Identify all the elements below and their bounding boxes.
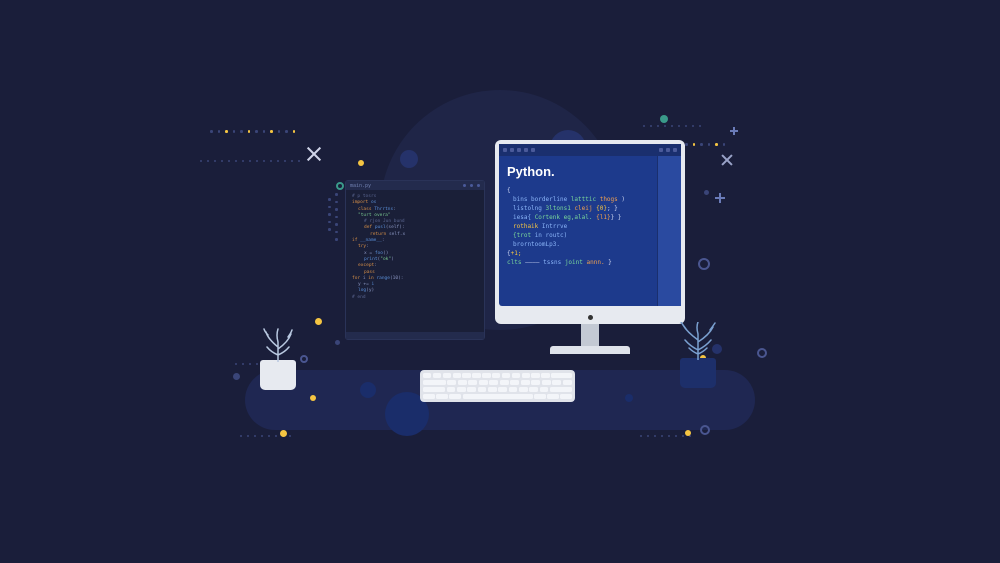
- ring-icon: [336, 182, 344, 190]
- monitor-button: [588, 315, 593, 320]
- monitor: Python. {bins borderline latttic thogs )…: [495, 140, 685, 354]
- code-window-status: [346, 332, 484, 339]
- monitor-sidebar: [657, 156, 681, 306]
- bg-dot: [233, 373, 240, 380]
- desk-dot: [625, 394, 633, 402]
- x-icon: [305, 145, 323, 163]
- dots-strip: [210, 130, 295, 133]
- dots-strip: [200, 160, 300, 162]
- bg-dot: [358, 160, 364, 166]
- ring-icon: [698, 258, 710, 270]
- dots-strip: [640, 435, 691, 437]
- bg-dot: [315, 318, 322, 325]
- pot: [260, 360, 296, 390]
- code-window-body: # p tosrsimport osclass Thrrtns:"turt ov…: [346, 190, 484, 330]
- bg-dot: [685, 430, 691, 436]
- monitor-screen: Python. {bins borderline latttic thogs )…: [499, 144, 681, 306]
- bg-dot: [660, 115, 668, 123]
- code-window: main.py # p tosrsimport osclass Thrrtns:…: [345, 180, 485, 340]
- plant-leaves-icon: [258, 327, 298, 362]
- plant-left: [260, 360, 296, 390]
- bg-dot: [335, 340, 340, 345]
- monitor-titlebar: [499, 144, 681, 156]
- plant-right: [680, 358, 716, 388]
- ring-icon: [300, 355, 308, 363]
- bg-dot: [400, 150, 418, 168]
- monitor-base: [550, 346, 630, 354]
- plus-icon: [715, 193, 725, 203]
- monitor-neck: [581, 324, 599, 346]
- dots-strip: [643, 125, 701, 127]
- keyboard: [420, 370, 575, 402]
- x-icon: [720, 153, 734, 167]
- desk-dot: [310, 395, 316, 401]
- pot: [680, 358, 716, 388]
- monitor-bezel: Python. {bins borderline latttic thogs )…: [495, 140, 685, 310]
- desk-dot: [360, 382, 376, 398]
- dots-strip: [335, 193, 338, 241]
- monitor-code: Python. {bins borderline latttic thogs )…: [499, 156, 657, 306]
- plus-icon: [730, 127, 738, 135]
- monitor-title: Python.: [507, 162, 649, 182]
- bg-dot: [280, 430, 287, 437]
- bg-dot: [704, 190, 709, 195]
- code-window-titlebar: main.py: [346, 181, 484, 190]
- plant-leaves-icon: [675, 322, 721, 360]
- monitor-chin: [495, 310, 685, 324]
- code-window-tab: main.py: [350, 183, 371, 189]
- ring-icon: [700, 425, 710, 435]
- ring-icon: [757, 348, 767, 358]
- dots-strip: [328, 198, 331, 231]
